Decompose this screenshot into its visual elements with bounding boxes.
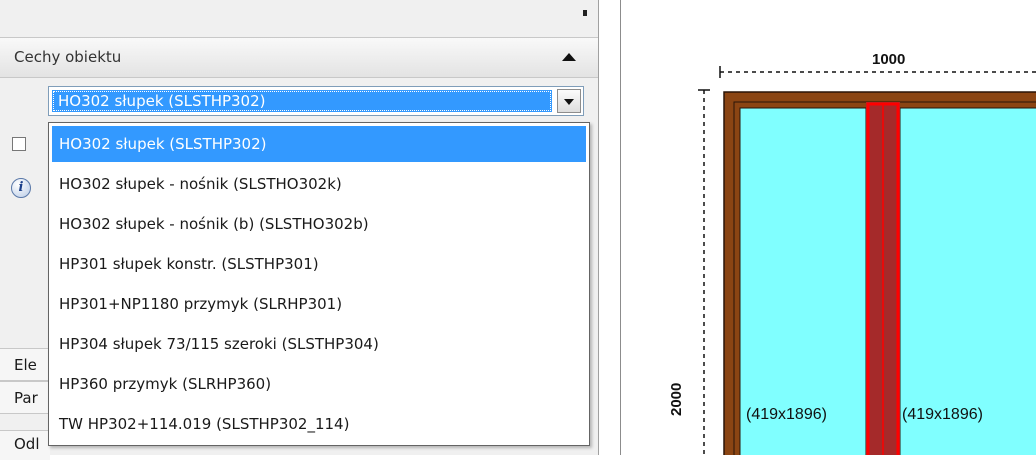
tab-parameters[interactable]: Par [0, 381, 50, 414]
properties-panel: Cechy obiektu i Ele Par Odl HO302 słupek… [0, 0, 598, 460]
window-drawing: 1000 2000 (419x1896) (419x1896) [640, 40, 1036, 460]
tab-parameters-label: Par [14, 389, 38, 407]
panel-divider [598, 0, 622, 455]
left-pane-size-label: (419x1896) [746, 406, 827, 423]
tab-distances-label: Odl [14, 435, 40, 453]
select-current-value: HO302 słupek (SLSTHP302) [52, 90, 552, 112]
width-dimension-label: 1000 [872, 51, 906, 68]
dropdown-item[interactable]: HO302 słupek - nośnik (b) (SLSTHO302b) [52, 206, 586, 242]
height-dimension-label: 2000 [668, 382, 685, 416]
panel-divider-line [598, 0, 599, 455]
info-icon[interactable]: i [11, 178, 31, 198]
tab-elements[interactable]: Ele [0, 348, 50, 381]
section-header[interactable]: Cechy obiektu [0, 37, 598, 78]
dropdown-item[interactable]: HP360 przymyk (SLRHP360) [52, 366, 586, 402]
dropdown-item[interactable]: HO302 słupek - nośnik (SLSTHO302k) [52, 166, 586, 202]
dropdown-item[interactable]: HP301+NP1180 przymyk (SLRHP301) [52, 286, 586, 322]
tab-distances[interactable]: Odl [0, 430, 50, 460]
chevron-up-icon[interactable] [562, 53, 576, 61]
section-title: Cechy obiektu [14, 48, 122, 66]
checkbox[interactable] [12, 137, 26, 151]
dropdown-item[interactable]: HO302 słupek (SLSTHP302) [52, 126, 586, 162]
chevron-down-icon[interactable] [557, 89, 581, 113]
mullion-type-select[interactable]: HO302 słupek (SLSTHP302) [48, 86, 584, 116]
right-glass-pane [899, 107, 1036, 460]
window-drawing-canvas [698, 66, 1036, 460]
mullion-type-dropdown: HO302 słupek (SLSTHP302) HO302 słupek - … [48, 122, 590, 446]
panel-divider-line[interactable] [620, 0, 621, 455]
dropdown-item[interactable]: HP301 słupek konstr. (SLSTHP301) [52, 246, 586, 282]
panel-top-strip [0, 0, 598, 34]
dropdown-item[interactable]: HP304 słupek 73/115 szeroki (SLSTHP304) [52, 326, 586, 362]
right-pane-size-label: (419x1896) [902, 406, 983, 423]
scroll-marker-icon [583, 10, 587, 16]
left-glass-pane [739, 107, 867, 460]
tab-elements-label: Ele [14, 356, 37, 374]
dropdown-item[interactable]: TW HP302+114.019 (SLSTHP302_114) [52, 406, 586, 442]
